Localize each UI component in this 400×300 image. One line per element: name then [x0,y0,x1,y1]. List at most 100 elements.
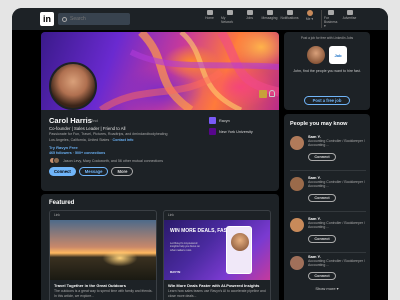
more-button[interactable]: More [111,167,134,176]
profile-card: Carol Harris 2nd Co-founder | Sales Lead… [41,32,279,191]
mutual-connections[interactable]: Jason Levy, Mary Cockworth, and 56 other… [49,157,163,164]
featured-tag: Link [168,213,174,217]
search-input[interactable] [70,16,125,22]
connect-button[interactable]: Connect [49,167,76,176]
ad-images: Job [307,46,347,64]
connect-label: Connect [314,155,330,159]
school-logo [209,128,216,135]
featured-title: Featured [49,200,75,206]
profile-subline: Passionate for Fun, Travel, Pictures, Ro… [49,132,168,136]
avatar[interactable] [290,136,304,150]
nav-notifications-label: Notifications [280,16,299,20]
featured-item[interactable]: Link Travel Together in the Great Outdoo… [49,210,157,300]
linkedin-logo[interactable]: in [40,12,54,26]
followers-count[interactable]: 465 followers [49,151,72,155]
avatar[interactable] [290,177,304,191]
person-suggestion[interactable]: Sam Y. Accounting Controller / Bookkeepe… [290,254,368,290]
camera-icon[interactable] [259,90,267,98]
person-suggestion[interactable]: Sam Y. Accounting Controller / Bookkeepe… [290,134,368,170]
profile-headline: Co-founder | Sales Leader | Friend to Al… [49,126,126,131]
mutual-avatar [53,157,60,164]
nav-jobs[interactable]: Jobs [241,10,258,28]
person-title: Accounting Controller / Bookkeeper / Acc… [308,180,366,189]
show-more-button[interactable]: Show more ▾ [284,286,370,291]
nav-network-label: My Network [221,16,234,24]
person-title: Accounting Controller / Bookkeeper / Acc… [308,259,366,268]
briefcase-icon [246,10,253,15]
search-box[interactable] [58,13,130,25]
try-free-link[interactable]: Try Ravyn Free [49,145,78,150]
connect-label: Connect [314,237,330,241]
notify-bell-icon[interactable] [269,90,275,97]
connections-count[interactable]: 500+ connections [75,151,105,155]
featured-item-desc: Learn how sales teams use Ravyn's AI to … [168,289,266,298]
contact-info-link[interactable]: Contact info [113,138,134,142]
message-label: Message [84,169,103,174]
grid-icon [328,10,334,15]
nav-jobs-label: Jobs [246,16,253,20]
person-suggestion[interactable]: Sam Y. Accounting Controller / Bookkeepe… [290,216,368,252]
nav-for-business[interactable]: For Business ▾ [321,10,338,28]
phone-mockup [226,226,252,274]
message-icon [266,10,273,15]
featured-item-title: Win More Deals Faster with AI-Powered In… [168,283,260,288]
school-row[interactable]: New York University [209,128,253,135]
ad-user-avatar [307,46,325,64]
jobs-ad-card: Post a job for free with LinkedIn Jobs J… [284,32,370,110]
nav-messaging[interactable]: Messaging [261,10,278,28]
avatar[interactable] [290,218,304,232]
connect-button[interactable]: Connect [308,272,336,280]
nav-messaging-label: Messaging [261,16,278,20]
phone-photo [231,233,249,251]
connect-button[interactable]: Connect [308,194,336,202]
promo-blurb: Let Ravyn's AI-powered insights help you… [170,242,200,252]
pymk-title: People you may know [290,121,348,127]
app-window: in Home My Network Jobs Messaging Notifi… [12,8,388,300]
person-suggestion[interactable]: Sam Y. Accounting Controller / Bookkeepe… [290,175,368,211]
search-icon [62,16,67,22]
nav-home-label: Home [205,16,214,20]
people-you-may-know: People you may know Sam Y. Accounting Co… [284,114,370,300]
featured-image [50,220,156,280]
nav-business-label: For Business ▾ [324,16,338,28]
nav-items: Home My Network Jobs Messaging Notificat… [201,10,358,28]
nav-me[interactable]: Me ▾ [301,10,318,28]
company-name: Ravyn [219,118,230,123]
nav-advertise-label: Advertise [342,16,357,20]
nav-home[interactable]: Home [201,10,218,28]
nav-notifications[interactable]: Notifications [281,10,298,28]
avatar[interactable] [290,256,304,270]
jobs-logo: Job [329,46,347,64]
ad-text: Post a job for free with LinkedIn Jobs [300,36,354,40]
home-icon [206,10,213,15]
featured-item[interactable]: Link WIN MORE DEALS, FASTER. Let Ravyn's… [163,210,271,300]
person-title: Accounting Controller / Bookkeeper / Acc… [308,221,366,230]
connect-button[interactable]: Connect [308,235,336,243]
promo-brand: RAVYN [170,270,181,274]
profile-actions: Connect Message More [49,167,134,176]
profile-name: Carol Harris [49,116,92,125]
nav-me-label: Me ▾ [305,17,314,21]
connect-button[interactable]: Connect [308,153,336,161]
person-title: Accounting Controller / Bookkeeper / Acc… [308,139,366,148]
bell-icon [286,10,293,15]
more-label: More [117,169,128,174]
message-button[interactable]: Message [78,167,109,176]
divider [290,252,366,253]
company-row[interactable]: Ravyn [209,117,253,124]
divider [290,170,366,171]
mutual-text: Jason Levy, Mary Cockworth, and 56 other… [63,158,164,163]
profile-stats: 465 followers · 500+ connections [49,151,106,155]
featured-item-title: Travel Together in the Great Outdoors [54,283,126,288]
divider [290,211,366,212]
nav-my-network[interactable]: My Network [221,10,238,28]
network-icon [226,10,233,15]
nav-advertise[interactable]: Advertise [341,10,358,28]
connect-label: Connect [314,274,330,278]
profile-photo[interactable] [49,62,97,110]
featured-tag: Link [54,213,60,217]
avatar [306,10,313,16]
featured-item-desc: The outdoors is a great way to spend tim… [54,289,153,298]
post-job-button[interactable]: Post a free job [304,96,350,105]
featured-section: Featured Link Travel Together in the Gre… [41,194,279,300]
